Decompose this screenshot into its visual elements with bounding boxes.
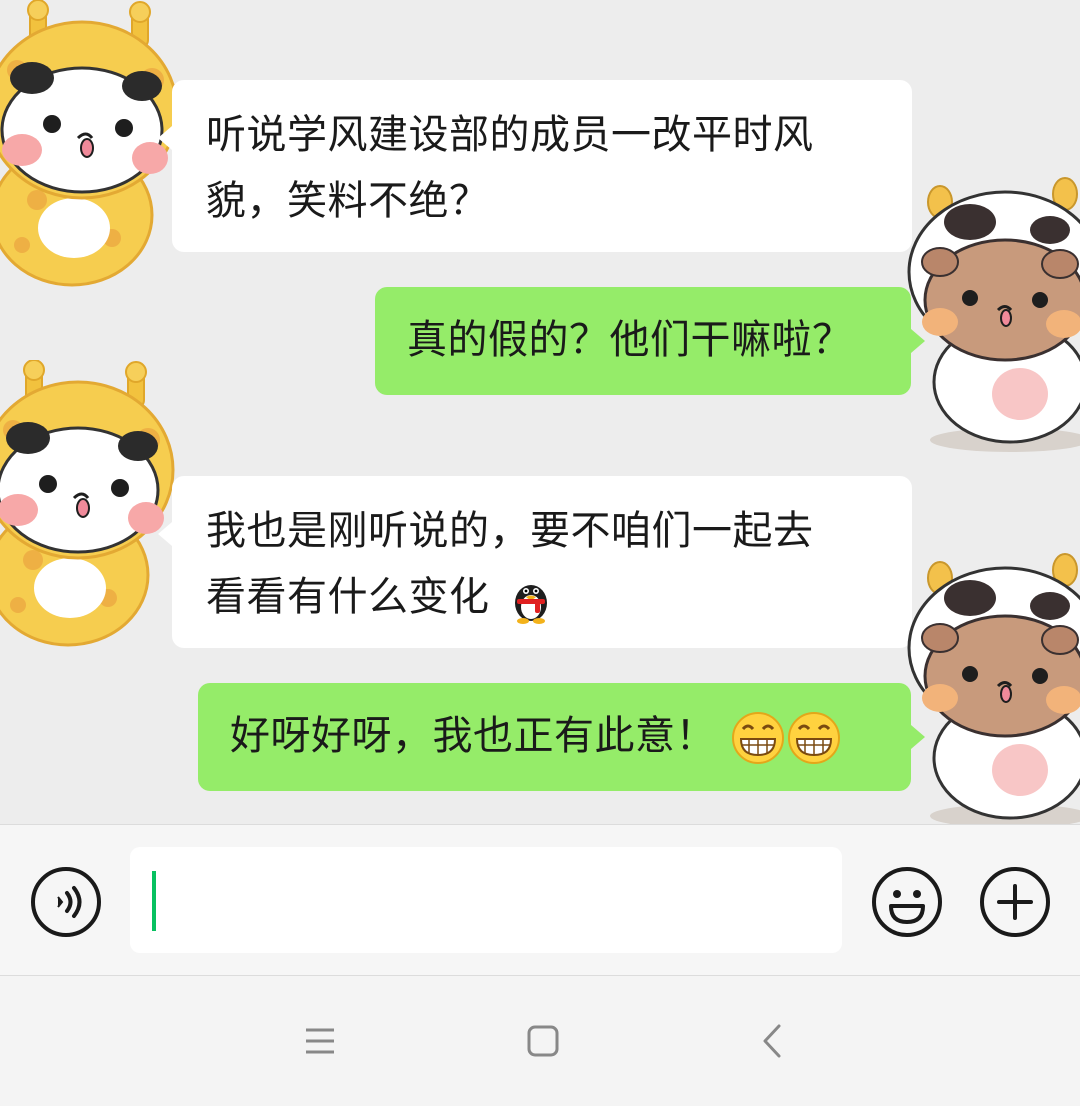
message-text-line: 听说学风建设部的成员一改平时风	[206, 112, 814, 158]
message-bubble-outgoing[interactable]: 好呀好呀，我也正有此意！	[198, 683, 925, 791]
voice-icon[interactable]	[30, 866, 102, 938]
grin-emoji	[732, 712, 785, 764]
contact-avatar-giraffe[interactable]	[0, 360, 178, 650]
message-text: 好呀好呀，我也正有此意！	[230, 713, 716, 759]
message-bubble-outgoing[interactable]: 真的假的？他们干嘛啦？	[375, 287, 925, 395]
message-text-line: 貌，笑料不绝？	[206, 178, 490, 224]
self-avatar-cow[interactable]	[900, 172, 1080, 462]
message-text-line: 我也是刚听说的，要不咱们一起去	[206, 508, 814, 554]
chat-area: 听说学风建设部的成员一改平时风 貌，笑料不绝？ 真的假的？他们干嘛啦？ 我也是刚…	[0, 0, 1080, 824]
message-text: 真的假的？他们干嘛啦？	[407, 317, 853, 363]
plus-icon[interactable]	[979, 866, 1051, 938]
grin-emoji	[788, 712, 841, 764]
message-bubble-incoming[interactable]: 听说学风建设部的成员一改平时风 貌，笑料不绝？	[158, 80, 912, 252]
message-input[interactable]	[130, 847, 842, 953]
menu-icon[interactable]	[275, 996, 365, 1086]
smiley-icon[interactable]	[871, 866, 943, 938]
chat-input-bar	[0, 824, 1080, 976]
back-icon[interactable]	[727, 996, 817, 1086]
home-icon[interactable]	[498, 996, 588, 1086]
text-caret	[152, 871, 156, 931]
self-avatar-cow[interactable]	[900, 548, 1080, 824]
system-nav-bar	[0, 976, 1080, 1106]
message-text-line: 看看有什么变化	[206, 574, 490, 620]
contact-avatar-giraffe[interactable]	[0, 0, 182, 290]
penguin-emoji	[514, 585, 547, 624]
message-bubble-incoming[interactable]: 我也是刚听说的，要不咱们一起去 看看有什么变化	[158, 476, 912, 648]
